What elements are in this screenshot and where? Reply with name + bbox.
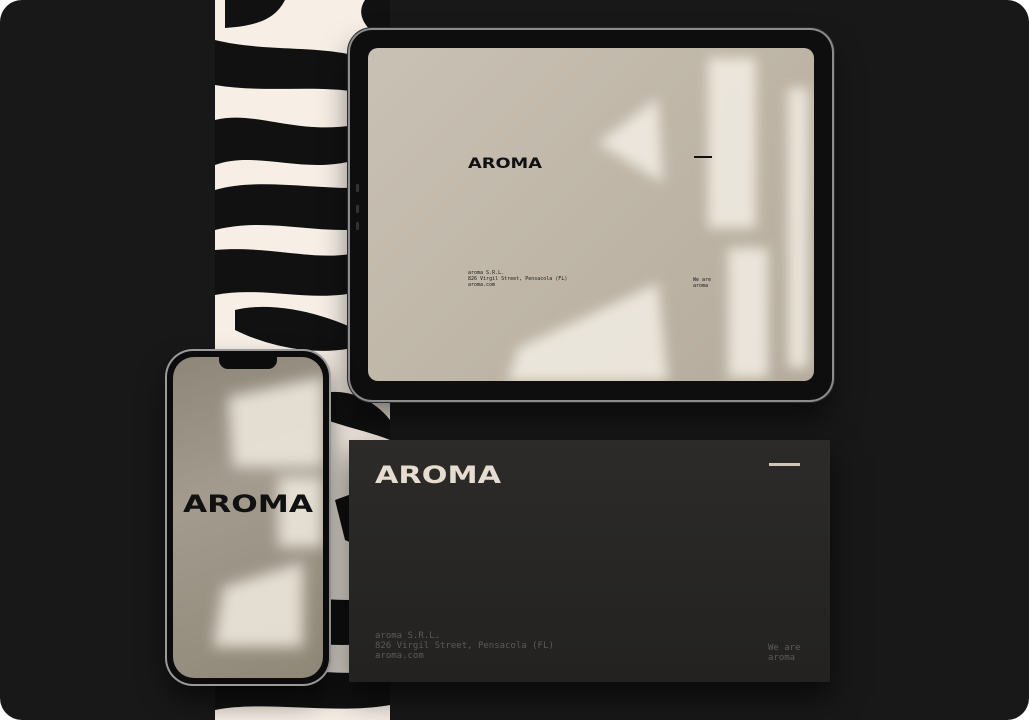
envelope-address-block: aroma S.R.L. 826 Virgil Street, Pensacol… — [375, 631, 554, 661]
website: aroma.com — [375, 651, 424, 661]
envelope-tagline: We are aroma — [768, 643, 801, 663]
street-address: 826 Virgil Street, Pensacola (FL) — [375, 641, 554, 651]
mockup-canvas: AROMA aroma S.R.L. 826 Virgil Street, Pe… — [0, 0, 1029, 720]
aroma-logo: AROMA — [468, 156, 542, 170]
tablet-mockup: AROMA aroma S.R.L. 826 Virgil Street, Pe… — [350, 30, 832, 400]
svg-text:AROMA: AROMA — [183, 491, 313, 515]
aroma-logo: AROMA — [375, 462, 501, 486]
phone-mockup: AROMA — [167, 351, 329, 684]
tablet-side-button — [356, 205, 359, 213]
svg-text:AROMA: AROMA — [468, 156, 542, 170]
company-name: aroma S.R.L. — [375, 631, 441, 641]
envelope-mockup: AROMA aroma S.R.L. 826 Virgil Street, Pe… — [349, 440, 830, 682]
aroma-logo: AROMA — [183, 491, 313, 515]
tablet-tagline: We are aroma — [693, 277, 712, 289]
light-shadow-graphic — [508, 58, 808, 381]
light-shadow-graphic — [213, 377, 323, 647]
tablet-side-button — [356, 184, 359, 192]
svg-text:AROMA: AROMA — [375, 462, 501, 486]
envelope-bar — [769, 463, 800, 466]
phone-notch — [219, 357, 277, 369]
tablet-side-button — [356, 222, 359, 230]
tablet-address-block: aroma S.R.L. 826 Virgil Street, Pensacol… — [468, 270, 567, 288]
menu-dash — [694, 156, 712, 158]
website: aroma.com — [468, 282, 496, 288]
phone-screen: AROMA — [173, 357, 323, 678]
tablet-screen: AROMA aroma S.R.L. 826 Virgil Street, Pe… — [368, 48, 814, 381]
